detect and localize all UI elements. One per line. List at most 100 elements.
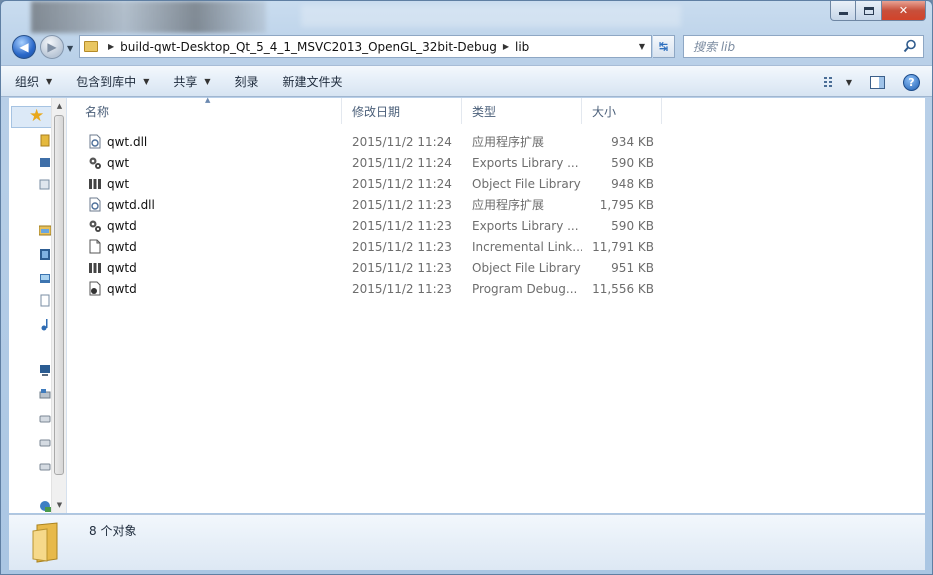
forward-button[interactable]: ▶: [40, 35, 64, 59]
file-name: qwt: [107, 155, 130, 170]
file-name: qwt.dll: [107, 134, 148, 149]
computer-icon[interactable]: [39, 364, 51, 377]
music-library-icon[interactable]: [39, 318, 51, 331]
view-options-icon[interactable]: [823, 76, 840, 88]
file-name-cell[interactable]: qwtd.dll: [67, 197, 342, 212]
file-date: 2015/11/2 11:23: [352, 239, 452, 254]
navigation-scrollbar[interactable]: ▲ ▼: [51, 98, 66, 513]
recent-places-icon[interactable]: [39, 178, 51, 191]
burn-label: 刻录: [234, 74, 259, 89]
file-row[interactable]: qwt.dll 2015/11/2 11:24 应用程序扩展 934 KB: [67, 131, 660, 152]
details-pane: 8 个对象: [9, 514, 925, 570]
favorites-star-icon[interactable]: ★: [29, 108, 44, 125]
drive-c-icon[interactable]: [39, 388, 51, 401]
file-name-cell[interactable]: qwtd: [67, 260, 342, 275]
dll-icon: [89, 134, 101, 149]
column-header-row: ▲ 名称 修改日期 类型 大小: [67, 96, 925, 124]
folder-icon: [32, 522, 58, 563]
search-box[interactable]: 搜索 lib: [683, 35, 924, 58]
recent-pages-dropdown[interactable]: ▼: [67, 44, 73, 53]
file-row[interactable]: qwt 2015/11/2 11:24 Object File Library …: [67, 173, 660, 194]
new-folder-label: 新建文件夹: [282, 74, 343, 89]
documents-library-icon[interactable]: [39, 294, 51, 307]
scrollbar-thumb[interactable]: [54, 115, 64, 475]
arrow-left-icon: ◀: [19, 40, 29, 54]
file-size: 11,791 KB: [592, 239, 654, 254]
breadcrumb-lib[interactable]: lib: [515, 40, 529, 54]
file-row[interactable]: qwtd 2015/11/2 11:23 Object File Library…: [67, 257, 660, 278]
drive-e-icon[interactable]: [39, 436, 51, 449]
column-header-date[interactable]: 修改日期: [342, 98, 462, 124]
file-name-cell[interactable]: qwt: [67, 155, 342, 170]
file-row[interactable]: qwtd.dll 2015/11/2 11:23 应用程序扩展 1,795 KB: [67, 194, 660, 215]
back-button[interactable]: ◀: [12, 35, 36, 59]
organize-menu[interactable]: 组织 ▼: [1, 65, 64, 97]
drive-d-icon[interactable]: [39, 412, 51, 425]
file-name-cell[interactable]: qwt.dll: [67, 134, 342, 149]
file-date: 2015/11/2 11:23: [352, 197, 452, 212]
refresh-button[interactable]: ↹: [653, 35, 675, 58]
help-icon[interactable]: ?: [903, 73, 920, 91]
navigation-pane: ★ ▲ ▼: [9, 98, 67, 513]
dll-icon: [89, 197, 101, 212]
search-input[interactable]: 搜索 lib: [693, 38, 735, 55]
share-label: 共享: [173, 74, 198, 89]
view-options-dropdown[interactable]: ▼: [846, 78, 852, 87]
file-name: qwtd: [107, 260, 137, 275]
close-icon: ✕: [898, 4, 909, 17]
exports-library-icon: [89, 157, 101, 169]
file-size: 590 KB: [611, 155, 654, 170]
file-name-cell[interactable]: qwtd: [67, 239, 342, 254]
file-row[interactable]: qwtd 2015/11/2 11:23 Exports Library ...…: [67, 215, 660, 236]
libraries-icon[interactable]: [39, 224, 51, 237]
command-bar: 组织 ▼ 包含到库中 ▼ 共享 ▼ 刻录 新建文件夹 ▼ ?: [1, 65, 932, 98]
scroll-down-icon[interactable]: ▼: [52, 497, 67, 513]
address-bar[interactable]: ▶ build-qwt-Desktop_Qt_5_4_1_MSVC2013_Op…: [79, 35, 652, 58]
column-header-type[interactable]: 类型: [462, 98, 582, 124]
address-dropdown-icon[interactable]: ▼: [639, 42, 645, 51]
file-name-cell[interactable]: qwtd: [67, 218, 342, 233]
explorer-window: ✕ ◀ ▶ ▼ ▶ build-qwt-Desktop_Qt_5_4_1_MSV…: [0, 0, 933, 575]
file-name-cell[interactable]: qwt: [67, 176, 342, 191]
file-name: qwtd: [107, 281, 137, 296]
file-list: ▲ 名称 修改日期 类型 大小 qwt.dll 2015/11/2 11:24 …: [67, 96, 925, 513]
share-menu[interactable]: 共享 ▼: [161, 65, 222, 97]
scroll-up-icon[interactable]: ▲: [52, 98, 67, 114]
file-type: Object File Library: [472, 176, 581, 191]
file-type: 应用程序扩展: [472, 135, 545, 149]
file-name-cell[interactable]: qwtd: [67, 281, 342, 296]
command-bar-right: ▼ ?: [814, 66, 932, 98]
window-controls: ✕: [830, 1, 926, 21]
burn-button[interactable]: 刻录: [223, 65, 271, 97]
maximize-button[interactable]: [856, 1, 882, 21]
downloads-icon[interactable]: [39, 156, 51, 169]
column-header-name[interactable]: ▲ 名称: [67, 96, 342, 124]
videos-library-icon[interactable]: [39, 248, 51, 261]
search-icon[interactable]: [903, 39, 917, 53]
debug-database-icon: [89, 281, 101, 296]
preview-pane-icon[interactable]: [870, 75, 885, 89]
file-row[interactable]: qwtd 2015/11/2 11:23 Incremental Link...…: [67, 236, 660, 257]
desktop-folder-icon[interactable]: [39, 134, 51, 147]
file-rows: qwt.dll 2015/11/2 11:24 应用程序扩展 934 KB qw…: [67, 131, 660, 299]
pictures-library-icon[interactable]: [39, 272, 51, 285]
breadcrumb-build-folder[interactable]: build-qwt-Desktop_Qt_5_4_1_MSVC2013_Open…: [120, 40, 497, 54]
close-button[interactable]: ✕: [882, 1, 926, 21]
include-in-library-menu[interactable]: 包含到库中 ▼: [64, 65, 161, 97]
file-row[interactable]: qwt 2015/11/2 11:24 Exports Library ... …: [67, 152, 660, 173]
file-date: 2015/11/2 11:23: [352, 260, 452, 275]
new-folder-button[interactable]: 新建文件夹: [271, 65, 355, 97]
chevron-right-icon[interactable]: ▶: [108, 42, 114, 51]
file-row[interactable]: qwtd 2015/11/2 11:23 Program Debug... 11…: [67, 278, 660, 299]
column-type-label: 类型: [472, 104, 497, 119]
include-in-library-label: 包含到库中: [76, 74, 137, 89]
drive-f-icon[interactable]: [39, 460, 51, 473]
minimize-button[interactable]: [830, 1, 856, 21]
file-size: 934 KB: [611, 134, 654, 149]
document-icon: [89, 239, 101, 254]
chevron-right-icon[interactable]: ▶: [503, 42, 509, 51]
column-header-size[interactable]: 大小: [582, 98, 662, 124]
network-icon[interactable]: [39, 500, 51, 513]
object-library-icon: [89, 179, 101, 189]
title-bar-glass-highlight: [301, 5, 681, 27]
